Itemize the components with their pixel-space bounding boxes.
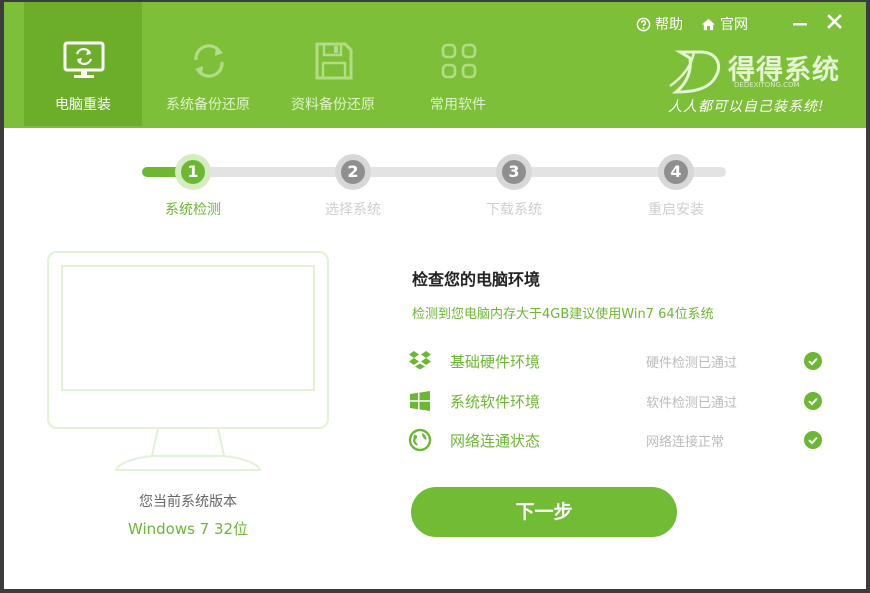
- windows-logo-icon: [410, 391, 430, 411]
- tab-reinstall-label: 电脑重装: [55, 97, 111, 113]
- tab-system-backup[interactable]: 系统备份还原: [149, 2, 267, 126]
- check-software-status: 软件检测已通过: [646, 396, 738, 411]
- home-icon: [701, 18, 716, 30]
- check-row-software: 系统软件环境 软件检测已通过: [408, 388, 828, 414]
- official-site-label: 官网: [720, 17, 748, 33]
- minimize-icon: [793, 23, 807, 26]
- step-3-label: 下载系统: [486, 202, 542, 218]
- step-2-number: 2: [341, 160, 365, 184]
- app-window: 电脑重装 系统备份还原 资料备份还原 常用软件 帮助 官网 得得系统 DEDEX…: [4, 2, 866, 589]
- check-pass-icon: [804, 431, 822, 449]
- check-hardware-status: 硬件检测已通过: [646, 356, 738, 371]
- progress-steps: 1 系统检测 2 选择系统 3 下载系统 4 重启安装: [4, 152, 866, 222]
- tab-data-backup-label: 资料备份还原: [291, 97, 375, 113]
- next-step-button[interactable]: 下一步: [411, 487, 677, 537]
- close-icon: [826, 14, 842, 29]
- monitor-refresh-icon: [63, 41, 105, 78]
- step-2-label: 选择系统: [325, 202, 381, 218]
- step-4: 4: [658, 154, 694, 190]
- tab-reinstall[interactable]: 电脑重装: [24, 2, 142, 126]
- refresh-icon: [194, 44, 224, 78]
- floppy-disk-icon: [315, 42, 353, 80]
- step-1: 1: [175, 154, 211, 190]
- help-label: 帮助: [655, 17, 683, 33]
- brand-url: DEDEXITONG.COM: [734, 81, 800, 89]
- tab-data-backup[interactable]: 资料备份还原: [274, 2, 392, 126]
- monitor-illustration: [47, 251, 329, 471]
- check-network-name: 网络连通状态: [450, 432, 541, 450]
- brand-logo: 得得系统 DEDEXITONG.COM 人人都可以自己装系统!: [664, 46, 854, 120]
- close-button[interactable]: [819, 9, 849, 35]
- tab-common-software-label: 常用软件: [430, 97, 486, 113]
- step-3: 3: [496, 154, 532, 190]
- brand-d-logo-icon: [669, 50, 721, 94]
- check-pass-icon: [804, 352, 822, 370]
- apps-grid-icon: [441, 43, 477, 79]
- dropbox-icon: [409, 351, 431, 370]
- check-software-name: 系统软件环境: [450, 393, 541, 411]
- globe-icon: [408, 428, 432, 452]
- tab-common-software[interactable]: 常用软件: [399, 2, 517, 126]
- step-2: 2: [335, 154, 371, 190]
- check-title: 检查您的电脑环境: [412, 270, 541, 289]
- help-link[interactable]: 帮助: [636, 14, 683, 34]
- check-row-hardware: 基础硬件环境 硬件检测已通过: [408, 348, 828, 374]
- step-track: [142, 167, 726, 177]
- check-recommendation: 检测到您电脑内存大于4GB建议使用Win7 64位系统: [412, 307, 714, 322]
- step-3-number: 3: [502, 160, 526, 184]
- current-version-label: 您当前系统版本: [139, 494, 237, 510]
- tab-system-backup-label: 系统备份还原: [166, 97, 250, 113]
- step-1-label: 系统检测: [165, 202, 221, 218]
- check-row-network: 网络连通状态 网络连接正常: [408, 427, 828, 453]
- help-icon: [636, 17, 651, 31]
- check-network-status: 网络连接正常: [646, 435, 725, 450]
- step-4-number: 4: [664, 160, 688, 184]
- check-hardware-name: 基础硬件环境: [450, 353, 541, 371]
- current-version-value: Windows 7 32位: [127, 520, 249, 538]
- step-1-number: 1: [181, 160, 205, 184]
- minimize-button[interactable]: [785, 9, 815, 35]
- check-pass-icon: [804, 392, 822, 410]
- official-site-link[interactable]: 官网: [701, 14, 748, 34]
- header-bar: 电脑重装 系统备份还原 资料备份还原 常用软件 帮助 官网 得得系统 DEDEX…: [4, 2, 866, 128]
- brand-slogan: 人人都可以自己装系统!: [668, 99, 825, 115]
- step-4-label: 重启安装: [648, 202, 704, 218]
